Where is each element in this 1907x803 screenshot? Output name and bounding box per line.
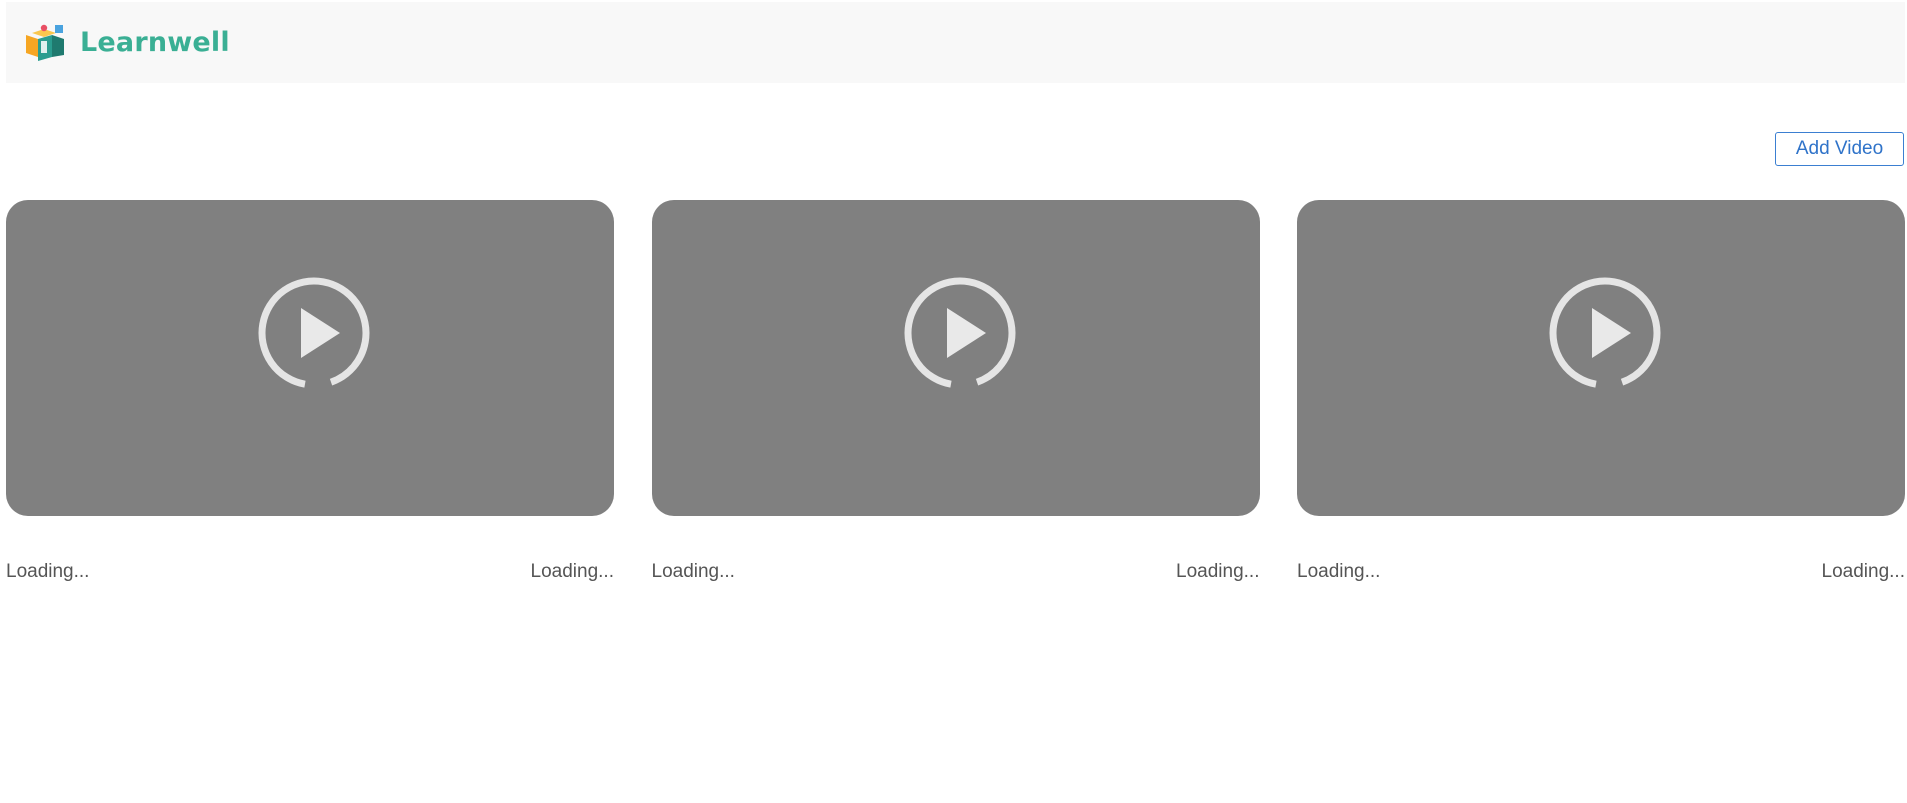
video-title: Loading...	[6, 561, 90, 582]
video-thumbnail[interactable]	[6, 200, 614, 516]
brand-logo-link[interactable]: Learnwell	[22, 21, 230, 65]
video-card: Loading... Loading...	[6, 200, 614, 583]
video-thumbnail[interactable]	[1297, 200, 1905, 516]
video-meta: Loading... Loading...	[1297, 561, 1905, 583]
video-thumbnail[interactable]	[651, 200, 1260, 516]
brand-name: Learnwell	[80, 27, 230, 58]
play-circle-icon	[904, 277, 1015, 389]
video-title: Loading...	[1297, 561, 1381, 582]
video-info: Loading...	[1821, 561, 1905, 582]
video-info: Loading...	[530, 561, 614, 582]
play-circle-icon	[1549, 277, 1661, 389]
video-meta: Loading... Loading...	[6, 561, 614, 583]
video-title: Loading...	[651, 561, 735, 582]
video-card: Loading... Loading...	[1297, 200, 1905, 583]
video-grid: Loading... Loading... Loading... Loading…	[6, 200, 1905, 583]
add-video-button[interactable]: Add Video	[1775, 132, 1904, 166]
top-header: Learnwell	[6, 2, 1905, 83]
learnwell-logo-icon	[26, 24, 64, 61]
play-circle-icon	[258, 277, 370, 389]
video-card: Loading... Loading...	[651, 200, 1260, 583]
video-info: Loading...	[1176, 561, 1260, 582]
video-meta: Loading... Loading...	[652, 561, 1260, 583]
